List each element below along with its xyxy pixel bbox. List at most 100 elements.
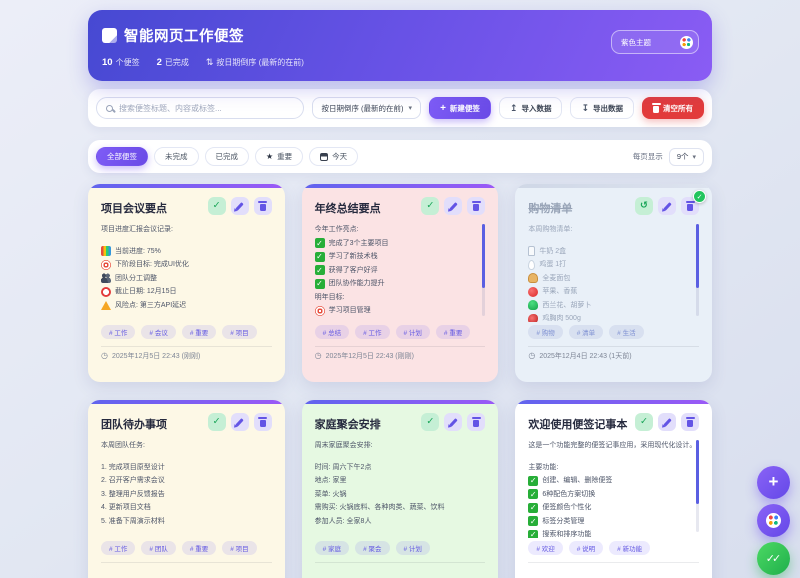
complete-note-button[interactable]: ✓ (421, 197, 439, 215)
search-icon (106, 105, 113, 112)
restore-note-button[interactable]: ↺ (635, 197, 653, 215)
note-line-text: 苹果、香蕉 (542, 285, 577, 299)
target-icon (101, 260, 111, 270)
note-title: 团队待办事项 (101, 413, 167, 432)
edit-note-button[interactable] (444, 197, 462, 215)
toolbar: 按日期倒序 (最新的在前) ▾ + 新建便签 ↥ 导入数据 ↧ 导出数据 清空所… (88, 89, 712, 127)
check-icon: ✓ (426, 417, 434, 427)
complete-note-button[interactable]: ✓ (421, 413, 439, 431)
complete-note-button[interactable]: ✓ (635, 413, 653, 431)
note-tag[interactable]: # 重要 (182, 541, 216, 555)
note-tags: # 家庭 # 聚会 # 计划 (315, 541, 486, 555)
note-footer (528, 562, 699, 575)
note-tag[interactable]: # 项目 (222, 325, 256, 339)
note-tag[interactable]: # 计划 (396, 325, 430, 339)
note-tag[interactable]: # 工作 (101, 325, 135, 339)
content-scrollbar[interactable] (696, 224, 699, 316)
note-tags: # 工作 # 会议 # 重要 # 项目 (101, 325, 272, 339)
import-button[interactable]: ↥ 导入数据 (499, 97, 563, 119)
app-title: 智能网页工作便签 (124, 25, 244, 46)
filter-chip-incomplete[interactable]: 未完成 (154, 147, 199, 166)
edit-note-button[interactable] (444, 413, 462, 431)
sort-select[interactable]: 按日期倒序 (最新的在前) ▾ (312, 97, 421, 119)
edit-note-button[interactable] (231, 413, 249, 431)
filter-bar: 全部便签 未完成 已完成 ★ 重要 今天 每页显示 9个 ▾ (88, 140, 712, 173)
sort-info: ⇅ 按日期倒序 (最新的在前) (206, 57, 304, 68)
content-scrollbar[interactable] (482, 224, 485, 316)
note-footer (101, 562, 272, 575)
search-input[interactable] (119, 104, 294, 113)
complete-all-fab[interactable]: ✓✓ (757, 542, 790, 575)
note-tag[interactable]: # 项目 (222, 541, 256, 555)
per-page-control: 每页显示 9个 ▾ (633, 148, 704, 166)
note-tag[interactable]: # 说明 (569, 541, 603, 555)
note-tag[interactable]: # 家庭 (315, 541, 349, 555)
filter-chip-important[interactable]: ★ 重要 (255, 147, 303, 166)
note-line-text: 团队协作能力提升 (329, 277, 385, 291)
note-tag[interactable]: # 工作 (101, 541, 135, 555)
theme-button[interactable]: 紫色主题 (611, 30, 699, 54)
content-scrollbar[interactable] (696, 440, 699, 532)
edit-pencil-icon (449, 418, 457, 427)
edit-pencil-icon (235, 202, 243, 211)
note-line-text: 风险点: 第三方API延迟 (115, 299, 186, 313)
delete-note-button[interactable] (681, 413, 699, 431)
per-page-label: 每页显示 (633, 151, 663, 162)
trash-icon (473, 204, 479, 211)
per-page-select[interactable]: 9个 ▾ (669, 148, 704, 166)
warning-icon (101, 301, 111, 310)
note-tag[interactable]: # 欢迎 (528, 541, 562, 555)
note-line-text: 下阶段目标: 完成UI优化 (115, 258, 189, 272)
note-tag[interactable]: # 计划 (396, 541, 430, 555)
note-tag[interactable]: # 会议 (141, 325, 175, 339)
export-button[interactable]: ↧ 导出数据 (570, 97, 634, 119)
filter-chip-today[interactable]: 今天 (309, 147, 358, 166)
complete-note-button[interactable]: ✓ (208, 413, 226, 431)
edit-note-button[interactable] (231, 197, 249, 215)
note-tag[interactable]: # 重要 (436, 325, 470, 339)
palette-icon (680, 36, 693, 49)
complete-note-button[interactable]: ✓ (208, 197, 226, 215)
completed-badge-icon: ✓ (693, 190, 706, 203)
delete-note-button[interactable] (254, 413, 272, 431)
clear-all-button[interactable]: 清空所有 (642, 97, 704, 119)
filter-chip-completed[interactable]: 已完成 (205, 147, 250, 166)
note-tag[interactable]: # 生活 (609, 325, 643, 339)
note-tag[interactable]: # 重要 (182, 325, 216, 339)
add-note-fab[interactable]: + (757, 466, 790, 499)
restore-icon: ↺ (640, 201, 648, 211)
delete-note-button[interactable] (467, 197, 485, 215)
note-tag[interactable]: # 购物 (528, 325, 562, 339)
note-footer: ◷2025年12月4日 22:43 (1天前) (528, 346, 699, 359)
note-tag[interactable]: # 总结 (315, 325, 349, 339)
edit-note-button[interactable] (658, 197, 676, 215)
note-tag[interactable]: # 聚会 (355, 541, 389, 555)
note-line-text: 鸡蛋 1打 (539, 258, 566, 272)
meat-icon (528, 314, 538, 322)
delete-note-button[interactable] (467, 413, 485, 431)
header-stats: 10个便签 2已完成 ⇅ 按日期倒序 (最新的在前) (102, 57, 698, 68)
trash-icon (687, 420, 693, 427)
search-box[interactable] (96, 97, 304, 119)
filter-chip-all[interactable]: 全部便签 (96, 147, 148, 166)
delete-note-button[interactable] (254, 197, 272, 215)
page-container: 智能网页工作便签 10个便签 2已完成 ⇅ 按日期倒序 (最新的在前) 紫色主题… (88, 0, 712, 578)
note-logo-icon (102, 28, 117, 43)
apple-icon (528, 287, 538, 297)
new-note-button[interactable]: + 新建便签 (429, 97, 491, 119)
note-line-text: 西兰花、胡萝卜 (542, 299, 591, 313)
note-tag[interactable]: # 团队 (141, 541, 175, 555)
plus-icon: + (440, 103, 446, 114)
note-timestamp: 2025年12月5日 22:43 (刚刚) (112, 351, 200, 361)
note-line-text: 牛奶 2盒 (539, 245, 566, 259)
edit-note-button[interactable] (658, 413, 676, 431)
note-line-text: 全麦面包 (542, 272, 570, 286)
note-tag[interactable]: # 新功能 (609, 541, 650, 555)
theme-switcher-fab[interactable] (757, 504, 790, 537)
check-icon (528, 503, 538, 513)
note-line-text: 菜单: 火锅 (315, 488, 347, 502)
note-tag[interactable]: # 清单 (569, 325, 603, 339)
note-tag[interactable]: # 工作 (355, 325, 389, 339)
calendar-icon (320, 153, 328, 161)
upload-icon: ↥ (510, 104, 518, 113)
